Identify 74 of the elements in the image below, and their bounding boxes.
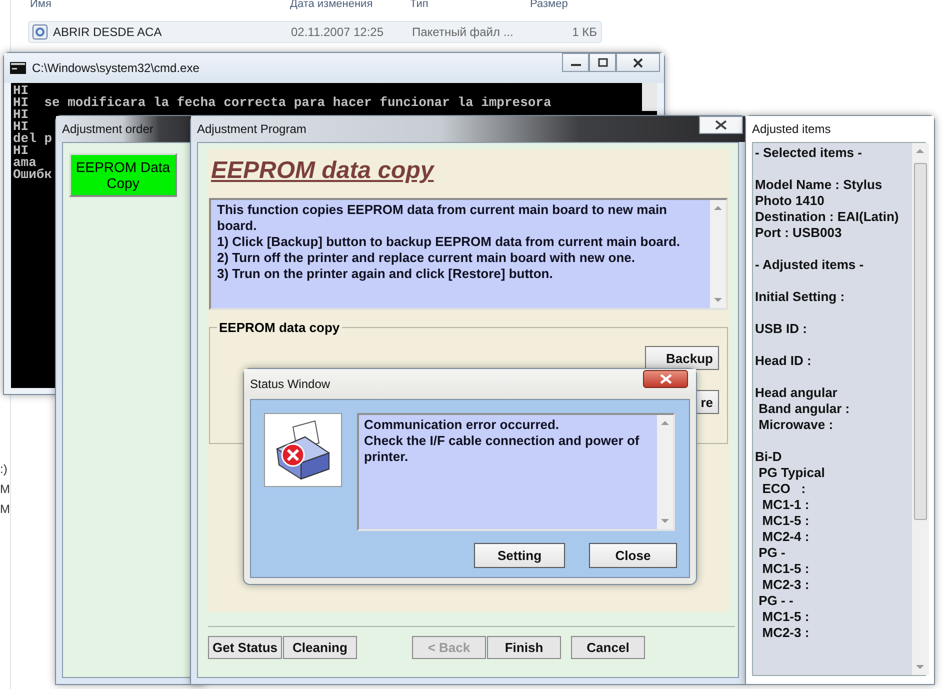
console-line: HI [13,145,29,157]
nav-button[interactable]: Get Status [208,636,282,659]
item-text: MC1-5 : [761,561,810,577]
console-line: ama [13,157,36,169]
description-text: 3) Trun on the printer again and click [Restore] button. [217,266,554,282]
file-icon [32,24,48,40]
minimize-button[interactable] [562,53,589,72]
scrollbar[interactable] [657,415,673,529]
item-text: Model Name : Stylus Photo 1410 [755,177,884,209]
item-text: ECO : [761,481,807,497]
close-button[interactable] [643,370,688,388]
order-item-button[interactable]: EEPROM Data Copy [69,153,177,197]
file-date: 02.11.2007 12:25 [291,25,384,39]
window-title: C:\Windows\system32\cmd.exe [32,61,200,75]
item-text: PG - - [758,593,794,609]
close-icon [714,120,728,130]
sidebar-text: M [0,502,10,516]
item-text: PG - [758,545,786,561]
close-icon [658,374,672,384]
action-button[interactable]: Backup [645,346,719,370]
item-text: PG Typical [758,465,826,481]
item-text: Band angular : [758,401,851,417]
item-text: Destination : EAI(Latin) [755,209,900,225]
item-text: MC2-4 : [761,529,810,545]
console-line: Ошибк [13,169,52,181]
item-text: Initial Setting : [755,289,846,305]
window-title: Status Window [250,377,330,391]
group-label: EEPROM data copy [217,320,342,335]
page-heading: EEPROM data copy [211,157,434,185]
nav-button[interactable]: Cancel [571,636,645,659]
item-text: MC1-5 : [761,609,810,625]
file-type: Пакетный файл ... [412,25,514,39]
item-text: MC1-5 : [761,513,810,529]
sidebar-text: M [0,482,10,496]
maximize-icon [596,58,608,68]
item-text: USB ID : [755,321,808,337]
nav-button[interactable]: Finish [487,636,561,659]
item-text: MC2-3 : [761,625,810,641]
item-text: Bi-D [755,449,783,465]
description-text: 2) Turn off the printer and replace current main board with new one. [217,250,636,266]
console-icon [10,62,26,74]
console-line: HI [13,121,29,133]
dialog-button[interactable]: Setting [474,543,565,568]
window-title: Adjustment Program [197,122,306,136]
item-text: Microwave : [758,417,834,433]
close-icon [632,58,644,68]
description-text: 1) Click [Backup] button to backup EEPROM data from current main board. [217,234,681,250]
item-text: MC1-1 : [761,497,810,513]
close-button[interactable] [616,53,660,72]
item-text: MC2-3 : [761,577,810,593]
scrollbar[interactable] [710,200,726,308]
nav-button[interactable]: Cleaning [283,636,357,659]
item-text: Head angular [755,385,838,401]
console-line: del p [13,133,52,145]
item-text: - Adjusted items - [755,257,865,273]
item-text: Port : USB003 [755,225,843,241]
console-line: HI [13,109,29,121]
maximize-button[interactable] [589,53,616,72]
sidebar-text: :) [0,462,8,476]
close-button[interactable] [699,116,743,134]
dialog-button[interactable]: Close [589,543,677,568]
window-title: Adjustment order [62,122,154,136]
scrollbar[interactable] [642,83,657,111]
console-line: HI [13,85,29,97]
console-line: HI se modificara la fecha correcta para hacer funcionar la impresora [13,97,552,109]
file-name: ABRIR DESDE ACA [53,25,162,39]
item-text: Head ID : [755,353,812,369]
file-row[interactable]: ABRIR DESDE ACA 02.11.2007 12:25 Пакетный файл ... 1 КБ [28,21,602,43]
window-title: Adjusted items [752,122,831,136]
description-text: This function copies EEPROM data from current main board to new main board. [217,202,668,234]
scrollbar[interactable] [912,143,929,675]
file-size: 1 КБ [572,25,597,39]
error-message: Communication error occurred. Check the I/F cable connection and power of printer. [363,416,640,466]
item-text: - Selected items - [755,145,863,161]
